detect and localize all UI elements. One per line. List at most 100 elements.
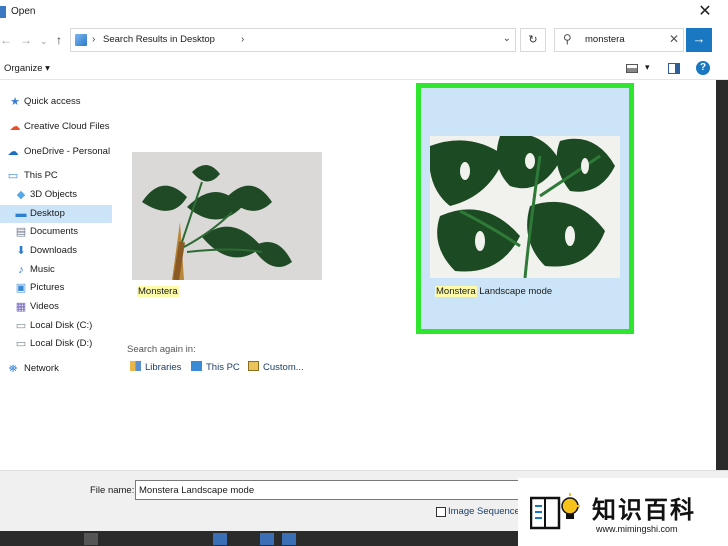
sidebar-item-3d-objects[interactable]: ◆ 3D Objects bbox=[0, 186, 112, 204]
sidebar-item-label: Documents bbox=[30, 226, 79, 237]
navigation-pane: ★ Quick access ☁ Creative Cloud Files ☁ … bbox=[0, 80, 112, 470]
change-view-icon[interactable] bbox=[626, 64, 638, 73]
network-icon: ⛯ bbox=[8, 363, 18, 375]
search-results-icon bbox=[75, 34, 87, 46]
sidebar-item-desktop[interactable]: ▬ Desktop bbox=[0, 205, 112, 223]
monstera-landscape-image bbox=[430, 136, 620, 278]
computer-icon bbox=[191, 361, 202, 371]
library-icon bbox=[130, 361, 141, 371]
search-again-libraries[interactable]: Libraries bbox=[130, 361, 181, 373]
breadcrumb-separator[interactable]: › bbox=[92, 34, 95, 45]
preview-pane-icon[interactable] bbox=[668, 63, 680, 74]
navigation-bar: ← → ⌄ ↑ › Search Results in Desktop › ⌄ … bbox=[0, 24, 728, 58]
disk-icon: ▭ bbox=[15, 338, 27, 350]
book-lightbulb-logo-icon bbox=[530, 493, 580, 530]
search-match-highlight: Monstera bbox=[435, 286, 477, 297]
watermark-url: www.mimingshi.com bbox=[596, 524, 678, 534]
sidebar-item-label: Desktop bbox=[30, 208, 65, 219]
file-name-label[interactable]: Monstera bbox=[137, 286, 179, 297]
sidebar-item-onedrive[interactable]: ☁ OneDrive - Personal bbox=[0, 143, 112, 161]
folder-icon bbox=[248, 361, 259, 371]
sidebar-item-label: This PC bbox=[24, 170, 58, 181]
desktop-icon: ▬ bbox=[15, 208, 27, 220]
search-go-button[interactable]: → bbox=[686, 28, 712, 52]
sidebar-item-label: Local Disk (C:) bbox=[30, 320, 93, 331]
video-icon: ▦ bbox=[15, 301, 27, 313]
sidebar-item-pictures[interactable]: ▣ Pictures bbox=[0, 279, 112, 297]
taskbar-app-icon[interactable] bbox=[282, 533, 296, 545]
picture-icon: ▣ bbox=[15, 282, 27, 294]
arrow-right-icon: → bbox=[692, 31, 706, 46]
watermark-text: 知识百科 bbox=[592, 496, 696, 524]
sidebar-item-downloads[interactable]: ⬇ Downloads bbox=[0, 242, 112, 260]
sidebar-item-label: Pictures bbox=[30, 282, 65, 293]
sidebar-item-label: OneDrive - Personal bbox=[24, 146, 111, 157]
sidebar-item-label: Creative Cloud Files bbox=[24, 121, 110, 132]
file-name-label: File name: bbox=[90, 485, 135, 496]
search-again-this-pc[interactable]: This PC bbox=[191, 361, 240, 373]
sidebar-item-this-pc[interactable]: ▭ This PC bbox=[0, 167, 112, 185]
star-icon: ★ bbox=[10, 96, 20, 108]
image-sequence-checkbox[interactable] bbox=[436, 507, 446, 517]
sidebar-item-label: Downloads bbox=[30, 245, 77, 256]
clear-search-icon[interactable]: ✕ bbox=[669, 32, 679, 46]
disk-icon: ▭ bbox=[15, 320, 27, 332]
search-again-custom[interactable]: Custom... bbox=[248, 361, 304, 373]
help-icon[interactable]: ? bbox=[696, 61, 710, 75]
sidebar-item-creative-cloud[interactable]: ☁ Creative Cloud Files bbox=[0, 118, 112, 136]
creative-cloud-icon: ☁ bbox=[9, 121, 21, 133]
refresh-icon: ↻ bbox=[528, 34, 538, 46]
document-icon: ▤ bbox=[15, 226, 27, 238]
search-icon: ⚲ bbox=[563, 32, 572, 46]
search-query[interactable]: monstera bbox=[585, 34, 625, 45]
back-arrow-icon[interactable]: ← bbox=[0, 32, 12, 48]
search-match-highlight: Monstera bbox=[137, 286, 179, 297]
address-bar[interactable]: › Search Results in Desktop › ⌄ bbox=[70, 28, 516, 52]
taskbar-app-icon[interactable] bbox=[260, 533, 274, 545]
onedrive-icon: ☁ bbox=[7, 146, 19, 158]
right-edge-strip bbox=[716, 80, 728, 531]
breadcrumb-location[interactable]: Search Results in Desktop bbox=[103, 34, 215, 45]
sidebar-item-label: Local Disk (D:) bbox=[30, 338, 93, 349]
sidebar-item-label: 3D Objects bbox=[30, 189, 77, 200]
up-arrow-icon[interactable]: ↑ bbox=[56, 32, 62, 48]
view-options-dropdown[interactable]: ▾ bbox=[645, 62, 650, 73]
sidebar-item-videos[interactable]: ▦ Videos bbox=[0, 298, 112, 316]
sidebar-item-label: Music bbox=[30, 264, 55, 275]
search-input[interactable]: ⚲ monstera ✕ bbox=[554, 28, 684, 52]
sidebar-item-local-disk-c[interactable]: ▭ Local Disk (C:) bbox=[0, 317, 112, 335]
watermark: 知识百科 www.mimingshi.com bbox=[518, 478, 728, 546]
download-icon: ⬇ bbox=[16, 245, 26, 257]
organize-menu[interactable]: Organize ▾ bbox=[4, 63, 50, 74]
file-thumbnail-monstera-landscape[interactable] bbox=[430, 136, 620, 278]
sidebar-item-label: Network bbox=[24, 363, 59, 374]
computer-icon: ▭ bbox=[7, 170, 19, 182]
monstera-plant-image bbox=[132, 152, 322, 280]
title-bar: Open ✕ bbox=[0, 0, 728, 24]
recent-locations-icon[interactable]: ⌄ bbox=[40, 33, 48, 49]
sidebar-item-label: Videos bbox=[30, 301, 59, 312]
file-name-field[interactable]: Monstera Landscape mode bbox=[135, 480, 545, 500]
close-icon[interactable]: ✕ bbox=[692, 2, 718, 22]
cube-icon: ◆ bbox=[16, 189, 26, 201]
sidebar-item-quick-access[interactable]: ★ Quick access bbox=[0, 93, 112, 111]
music-icon: ♪ bbox=[18, 264, 24, 276]
window-title: Open bbox=[11, 6, 36, 17]
breadcrumb-separator[interactable]: › bbox=[241, 34, 244, 45]
taskbar-app-icon[interactable] bbox=[213, 533, 227, 545]
file-thumbnail-monstera[interactable] bbox=[132, 152, 322, 280]
forward-arrow-icon[interactable]: → bbox=[20, 32, 32, 48]
sidebar-item-music[interactable]: ♪ Music bbox=[0, 261, 112, 279]
image-sequence-label[interactable]: Image Sequence bbox=[448, 506, 520, 517]
sidebar-item-local-disk-d[interactable]: ▭ Local Disk (D:) bbox=[0, 335, 112, 353]
sidebar-item-documents[interactable]: ▤ Documents bbox=[0, 223, 112, 241]
refresh-button[interactable]: ↻ bbox=[520, 28, 546, 52]
app-icon bbox=[0, 6, 6, 18]
file-name-label[interactable]: Monstera Landscape mode bbox=[435, 286, 552, 297]
sidebar-item-label: Quick access bbox=[24, 96, 81, 107]
taskbar-app-icon[interactable] bbox=[84, 533, 98, 545]
search-again-heading: Search again in: bbox=[127, 344, 196, 355]
command-bar: Organize ▾ ▾ ? bbox=[0, 58, 728, 80]
chevron-down-icon[interactable]: ⌄ bbox=[503, 33, 511, 44]
sidebar-item-network[interactable]: ⛯ Network bbox=[0, 360, 112, 378]
